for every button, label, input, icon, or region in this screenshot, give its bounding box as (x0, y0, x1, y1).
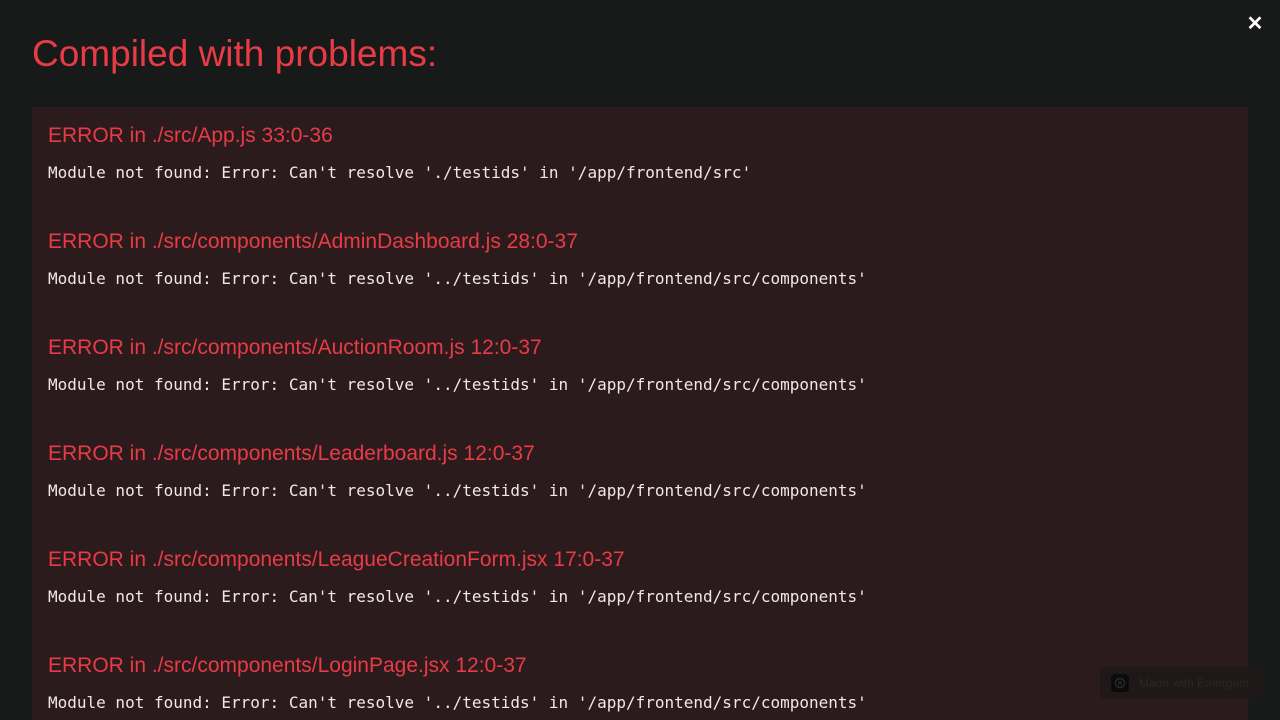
error-heading: ERROR in ./src/components/AuctionRoom.js… (48, 336, 542, 359)
error-message: Module not found: Error: Can't resolve '… (48, 163, 752, 182)
error-item: ERROR in ./src/App.js 33:0-36 Module not… (48, 123, 1232, 183)
error-item: ERROR in ./src/components/AuctionRoom.js… (48, 335, 1232, 395)
error-message: Module not found: Error: Can't resolve '… (48, 481, 867, 500)
emergent-logo-icon (1111, 674, 1129, 692)
page-title: Compiled with problems: (32, 33, 438, 74)
error-item: ERROR in ./src/components/LeagueCreation… (48, 547, 1232, 607)
error-heading: ERROR in ./src/components/AdminDashboard… (48, 230, 578, 253)
made-with-emergent-badge[interactable]: Made with Emergent (1100, 667, 1262, 699)
error-item: ERROR in ./src/components/LoginPage.jsx … (48, 653, 1232, 713)
close-button[interactable]: ✕ (1244, 12, 1266, 36)
error-item: ERROR in ./src/components/Leaderboard.js… (48, 441, 1232, 501)
error-message: Module not found: Error: Can't resolve '… (48, 269, 867, 288)
badge-label: Made with Emergent (1139, 676, 1250, 690)
close-icon: ✕ (1246, 13, 1264, 35)
error-message: Module not found: Error: Can't resolve '… (48, 375, 867, 394)
error-heading: ERROR in ./src/components/LeagueCreation… (48, 548, 625, 571)
error-message: Module not found: Error: Can't resolve '… (48, 587, 867, 606)
error-heading: ERROR in ./src/components/LoginPage.jsx … (48, 654, 527, 677)
errors-list: ERROR in ./src/App.js 33:0-36 Module not… (32, 107, 1248, 720)
error-overlay: ✕ Compiled with problems: ERROR in ./src… (0, 0, 1280, 720)
error-heading: ERROR in ./src/App.js 33:0-36 (48, 124, 333, 147)
error-item: ERROR in ./src/components/AdminDashboard… (48, 229, 1232, 289)
error-heading: ERROR in ./src/components/Leaderboard.js… (48, 442, 535, 465)
error-message: Module not found: Error: Can't resolve '… (48, 693, 867, 712)
